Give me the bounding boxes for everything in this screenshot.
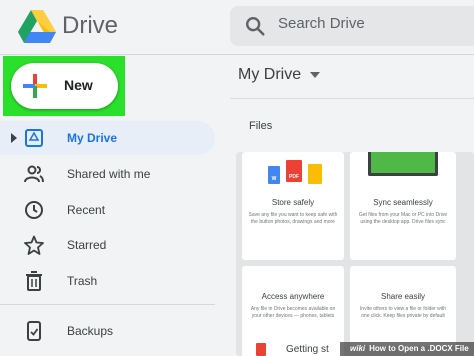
sidebar-item-starred[interactable]: Starred <box>0 228 215 262</box>
pdf-file-icon: PDF <box>286 160 302 182</box>
pdf-file-icon <box>256 343 266 356</box>
sidebar-item-label: Backups <box>67 324 114 338</box>
sidebar-item-label: Recent <box>67 203 106 217</box>
trash-icon <box>26 271 42 291</box>
sidebar-divider <box>0 304 215 305</box>
card-share-easily: Share easily Invite others to view a fil… <box>350 266 456 346</box>
app-title: Drive <box>62 12 119 39</box>
card-getting-started: Getting st <box>242 340 344 356</box>
my-drive-icon <box>25 129 43 147</box>
clock-icon <box>25 201 43 219</box>
header-divider <box>0 54 474 55</box>
files-section-label: Files <box>249 120 273 132</box>
star-icon <box>24 235 44 255</box>
sidebar-item-my-drive[interactable]: My Drive <box>0 121 215 155</box>
card-title: Store safely <box>271 198 315 207</box>
card-title: Getting st <box>286 344 329 355</box>
sidebar-item-label: My Drive <box>67 131 118 145</box>
sidebar-item-trash[interactable]: Trash <box>0 264 215 298</box>
welcome-panel: W PDF Store safely Save any file you wan… <box>236 152 474 356</box>
sidebar-item-shared-with-me[interactable]: Shared with me <box>0 157 215 191</box>
card-text: Save any file you want to keep safe with… <box>248 212 338 225</box>
card-text: Get files from your Mac or PC into Drive… <box>358 212 448 225</box>
sidebar-item-backups[interactable]: Backups <box>0 314 215 348</box>
card-text: Any file in Drive becomes available on y… <box>250 306 336 319</box>
sidebar-item-label: Shared with me <box>67 167 151 181</box>
backups-icon <box>27 321 41 341</box>
main-divider <box>230 98 474 99</box>
card-title: Access anywhere <box>261 292 325 301</box>
card-title: Share easily <box>380 292 426 301</box>
card-title: Sync seamlessly <box>373 198 433 207</box>
card-access-anywhere: Access anywhere Any file in Drive become… <box>242 266 344 346</box>
plus-icon <box>23 74 47 98</box>
new-button-label: New <box>64 77 93 93</box>
sidebar-item-label: Starred <box>67 238 107 252</box>
word-file-icon: W <box>268 166 280 184</box>
people-icon <box>24 165 44 183</box>
page-title[interactable]: My Drive <box>238 66 301 84</box>
caret-down-icon[interactable] <box>310 72 320 78</box>
google-drive-logo[interactable] <box>18 10 56 44</box>
card-text: Invite others to view a file or folder w… <box>359 306 447 319</box>
card-store-safely: W PDF Store safely Save any file you wan… <box>242 152 344 260</box>
watermark-text: wiki How to Open a .DOCX File <box>350 344 469 353</box>
sidebar-item-recent[interactable]: Recent <box>0 193 215 227</box>
search-bar[interactable] <box>230 6 474 46</box>
chevron-right-icon[interactable] <box>10 132 18 144</box>
sidebar-item-label: Trash <box>67 274 98 288</box>
card-sync-seamlessly: Sync seamlessly Get files from your Mac … <box>350 152 456 260</box>
search-icon[interactable] <box>244 15 266 37</box>
search-input[interactable] <box>278 15 468 32</box>
slides-file-icon <box>308 164 322 184</box>
new-button[interactable]: New <box>11 63 118 109</box>
monitor-illustration <box>368 152 438 176</box>
